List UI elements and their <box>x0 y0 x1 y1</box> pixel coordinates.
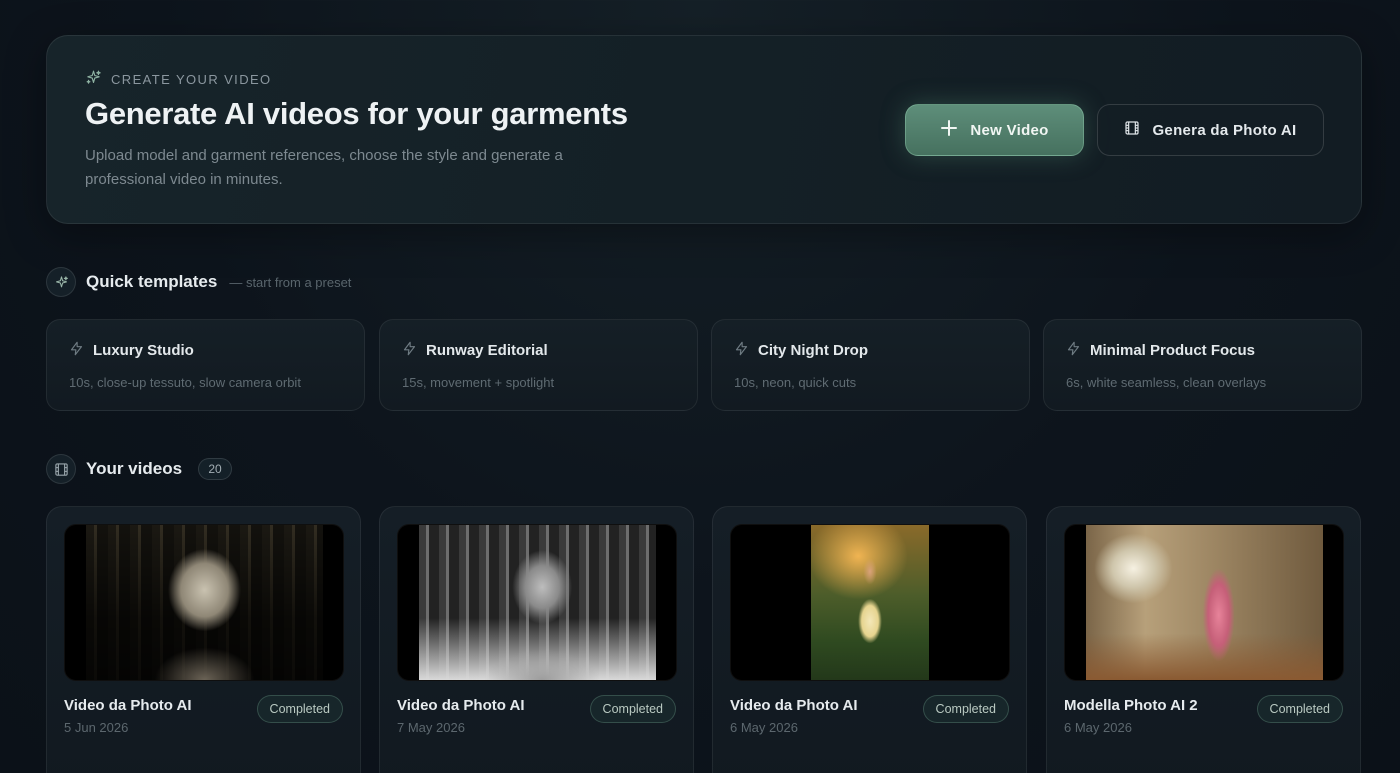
film-icon <box>46 454 76 484</box>
status-badge: Completed <box>922 695 1009 723</box>
hero-kicker-text: CREATE YOUR VIDEO <box>111 71 272 87</box>
video-thumbnail[interactable] <box>397 524 677 681</box>
page-title: Generate AI videos for your garments <box>85 96 628 131</box>
template-title: Minimal Product Focus <box>1090 342 1256 359</box>
sparkle-icon <box>46 267 76 297</box>
video-thumbnail[interactable] <box>64 524 344 681</box>
bolt-icon <box>1066 341 1081 360</box>
video-date: 7 May 2026 <box>397 720 465 735</box>
quick-templates-title: Quick templates <box>86 272 218 291</box>
bolt-icon <box>734 341 749 360</box>
template-card-runway-editorial[interactable]: Runway Editorial 15s, movement + spotlig… <box>379 319 698 411</box>
template-card-minimal-product-focus[interactable]: Minimal Product Focus 6s, white seamless… <box>1043 319 1362 411</box>
template-title: City Night Drop <box>758 342 868 359</box>
plus-icon <box>940 119 958 141</box>
template-desc: 10s, close-up tessuto, slow camera orbit <box>69 375 301 390</box>
video-title: Video da Photo AI <box>730 697 858 714</box>
hero-kicker: CREATE YOUR VIDEO <box>85 69 272 89</box>
film-icon <box>1124 120 1140 140</box>
template-desc: 15s, movement + spotlight <box>402 375 555 390</box>
status-badge: Completed <box>1256 695 1343 723</box>
status-badge: Completed <box>256 695 343 723</box>
video-card[interactable]: Video da Photo AI 5 Jun 2026 Completed <box>46 506 361 773</box>
template-title: Runway Editorial <box>426 342 548 359</box>
your-videos-header: Your videos 20 <box>46 454 233 484</box>
template-title: Luxury Studio <box>93 342 194 359</box>
hero-panel: CREATE YOUR VIDEO Generate AI videos for… <box>46 35 1362 224</box>
template-card-city-night-drop[interactable]: City Night Drop 10s, neon, quick cuts <box>711 319 1030 411</box>
template-desc: 10s, neon, quick cuts <box>734 375 857 390</box>
video-title: Video da Photo AI <box>397 697 525 714</box>
template-desc: 6s, white seamless, clean overlays <box>1066 375 1267 390</box>
videos-count-badge: 20 <box>198 458 233 480</box>
video-title: Modella Photo AI 2 <box>1064 697 1198 714</box>
video-thumbnail[interactable] <box>730 524 1010 681</box>
new-video-label: New Video <box>970 121 1049 139</box>
status-badge: Completed <box>589 695 676 723</box>
your-videos-title: Your videos <box>86 459 183 478</box>
video-card[interactable]: Video da Photo AI 6 May 2026 Completed <box>712 506 1027 773</box>
genera-da-photo-ai-button[interactable]: Genera da Photo AI <box>1097 104 1324 156</box>
bolt-icon <box>402 341 417 360</box>
video-date: 5 Jun 2026 <box>64 720 129 735</box>
video-date: 6 May 2026 <box>1064 720 1132 735</box>
quick-templates-hint: — start from a preset <box>229 274 352 290</box>
sparkle-icon <box>85 69 102 89</box>
template-card-luxury-studio[interactable]: Luxury Studio 10s, close-up tessuto, slo… <box>46 319 365 411</box>
video-date: 6 May 2026 <box>730 720 798 735</box>
new-video-button[interactable]: New Video <box>905 104 1084 156</box>
quick-templates-header: Quick templates — start from a preset <box>46 267 351 297</box>
video-title: Video da Photo AI <box>64 697 192 714</box>
video-thumbnail[interactable] <box>1064 524 1344 681</box>
video-card[interactable]: Video da Photo AI 7 May 2026 Completed <box>379 506 694 773</box>
genera-da-photo-ai-label: Genera da Photo AI <box>1152 121 1297 139</box>
hero-subtitle: Upload model and garment references, cho… <box>85 147 563 188</box>
bolt-icon <box>69 341 84 360</box>
video-card[interactable]: Modella Photo AI 2 6 May 2026 Completed <box>1046 506 1361 773</box>
